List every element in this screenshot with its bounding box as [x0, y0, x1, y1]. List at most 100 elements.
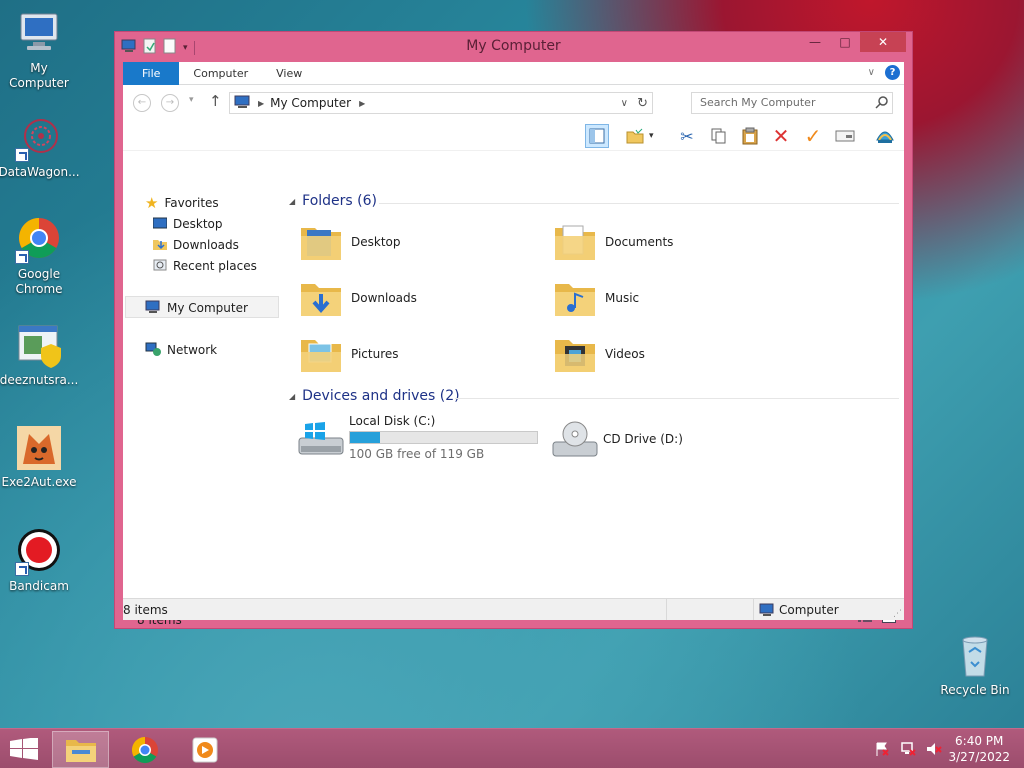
address-field[interactable]: ▶ My Computer ▶ ∨ ↻ — [229, 92, 653, 114]
drive-c[interactable]: Local Disk (C:) 100 GB free of 119 GB — [297, 414, 538, 464]
folder-videos[interactable]: Videos — [553, 332, 645, 376]
explorer-window[interactable]: ▾ My Computer — □ ✕ File Computer View ∨… — [114, 31, 913, 629]
nav-network[interactable]: Network — [145, 341, 217, 359]
chrome-icon — [131, 736, 158, 763]
volume-muted-icon[interactable] — [926, 741, 942, 760]
desktop-icon-chrome[interactable]: Google Chrome — [0, 216, 78, 297]
desktop-icon-label: Google Chrome — [15, 267, 63, 296]
music-folder-icon — [553, 276, 597, 320]
computer-small-icon — [759, 603, 775, 620]
folder-music[interactable]: Music — [553, 276, 639, 320]
search-icon[interactable] — [875, 95, 889, 112]
nav-label: My Computer — [167, 301, 248, 315]
back-button[interactable]: ← — [133, 94, 151, 112]
shortcut-arrow-icon — [15, 250, 29, 264]
nav-favorites[interactable]: ★ Favorites — [145, 194, 219, 212]
paste-button[interactable] — [738, 124, 762, 148]
cut-button[interactable]: ✂ — [675, 124, 699, 148]
folder-label: Desktop — [351, 235, 401, 249]
breadcrumb-separator-icon[interactable]: ▶ — [258, 99, 264, 108]
desktop-icon-bandicam[interactable]: Bandicam — [0, 528, 78, 594]
devices-group-header[interactable]: ◢ Devices and drives (2) — [289, 388, 460, 404]
clock-date: 3/27/2022 — [948, 750, 1010, 764]
cd-drive-icon — [551, 420, 598, 464]
copy-button[interactable] — [706, 124, 730, 148]
close-button[interactable]: ✕ — [860, 32, 906, 52]
shortcut-arrow-icon — [15, 562, 29, 576]
search-input[interactable]: Search My Computer — [691, 92, 893, 114]
maximize-button[interactable]: □ — [830, 32, 860, 52]
collapse-triangle-icon[interactable]: ◢ — [289, 197, 295, 206]
breadcrumb-current[interactable]: My Computer — [270, 96, 351, 110]
nav-desktop[interactable]: Desktop — [152, 215, 223, 233]
drive-free-space: 100 GB free of 119 GB — [349, 447, 485, 461]
tab-file[interactable]: File — [123, 61, 180, 85]
delete-button[interactable]: ✕ — [769, 124, 793, 148]
preview-pane-button[interactable] — [585, 124, 609, 148]
breadcrumb-separator-icon[interactable]: ▶ — [359, 99, 365, 108]
expand-ribbon-icon[interactable]: ∨ — [868, 67, 875, 78]
tab-view[interactable]: View — [262, 62, 316, 85]
folder-pictures[interactable]: Pictures — [299, 332, 399, 376]
pictures-folder-icon — [299, 332, 343, 376]
action-center-flag-icon[interactable] — [874, 741, 890, 760]
refresh-icon[interactable]: ↻ — [637, 96, 648, 111]
taskbar-media-player[interactable] — [176, 731, 233, 768]
desktop-icon-label: deeznutsra... — [0, 373, 79, 387]
desktop-icon-exe2aut[interactable]: Exe2Aut.exe — [0, 424, 78, 490]
folders-group-header[interactable]: ◢ Folders (6) — [289, 193, 377, 209]
forward-button[interactable]: → — [161, 94, 179, 112]
nav-downloads[interactable]: Downloads — [153, 236, 239, 254]
status-left: 8 items — [123, 602, 168, 617]
address-dropdown-icon[interactable]: ∨ — [621, 98, 628, 109]
shortcut-arrow-icon — [15, 148, 29, 162]
minimize-button[interactable]: — — [800, 32, 830, 52]
properties-button[interactable] — [833, 124, 857, 148]
address-bar-row: ← → ▾ ↑ ▶ My Computer ▶ ∨ ↻ Search My Co… — [123, 85, 904, 119]
up-button[interactable]: ↑ — [209, 92, 222, 110]
help-icon[interactable]: ? — [885, 65, 900, 80]
group-divider — [379, 203, 899, 204]
start-button[interactable] — [10, 737, 38, 760]
desktop-icon-label: DataWagon... — [0, 165, 80, 179]
content-pane: ◢ Folders (6) Desktop Documents Download… — [285, 151, 903, 587]
taskbar-explorer[interactable] — [52, 731, 109, 768]
system-tray — [874, 741, 942, 760]
desktop-icon-recycle-bin[interactable]: Recycle Bin — [936, 632, 1014, 698]
downloads-folder-icon — [299, 276, 343, 320]
title-bar[interactable]: ▾ My Computer — □ ✕ — [115, 32, 912, 62]
fox-icon — [15, 424, 63, 472]
recent-locations-icon[interactable]: ▾ — [189, 95, 194, 105]
star-icon: ★ — [145, 194, 159, 212]
resize-grip-icon[interactable]: ⋰ — [893, 609, 902, 619]
rename-button[interactable]: ✓ — [801, 124, 825, 148]
folder-documents[interactable]: Documents — [553, 220, 673, 264]
folder-desktop[interactable]: Desktop — [299, 220, 401, 264]
desktop-icon-my-computer[interactable]: My Computer — [0, 10, 78, 91]
videos-folder-icon — [553, 332, 597, 376]
window-client: File Computer View ∨ ? ← → ▾ ↑ ▶ My Comp… — [123, 61, 904, 627]
folder-downloads[interactable]: Downloads — [299, 276, 417, 320]
drive-d[interactable]: CD Drive (D:) — [551, 414, 683, 464]
taskbar-chrome[interactable] — [116, 731, 173, 768]
nav-recent-places[interactable]: Recent places — [153, 257, 257, 275]
recycle-bin-icon — [951, 632, 999, 680]
status-divider — [753, 599, 754, 620]
shell-icon[interactable] — [873, 124, 897, 148]
desktop-icon-label: Recycle Bin — [940, 683, 1010, 697]
nav-my-computer[interactable]: My Computer — [145, 299, 248, 317]
collapse-triangle-icon[interactable]: ◢ — [289, 392, 295, 401]
nav-label: Downloads — [173, 238, 239, 252]
desktop-icon-deeznuts[interactable]: deeznutsra... — [0, 322, 78, 388]
clock[interactable]: 6:40 PM 3/27/2022 — [948, 733, 1010, 765]
nav-label: Desktop — [173, 217, 223, 231]
folder-options-button[interactable] — [623, 124, 647, 148]
desktop-icon-datawagon[interactable]: DataWagon... — [0, 114, 80, 180]
chevron-down-icon[interactable]: ▾ — [649, 131, 654, 141]
media-player-icon — [192, 737, 217, 762]
status-bar: 8 items Computer ⋰ — [123, 598, 904, 620]
clock-time: 6:40 PM — [955, 734, 1004, 748]
tab-computer[interactable]: Computer — [179, 62, 262, 85]
desktop-icon-label: My Computer — [9, 61, 69, 90]
network-tray-icon[interactable] — [900, 741, 916, 760]
